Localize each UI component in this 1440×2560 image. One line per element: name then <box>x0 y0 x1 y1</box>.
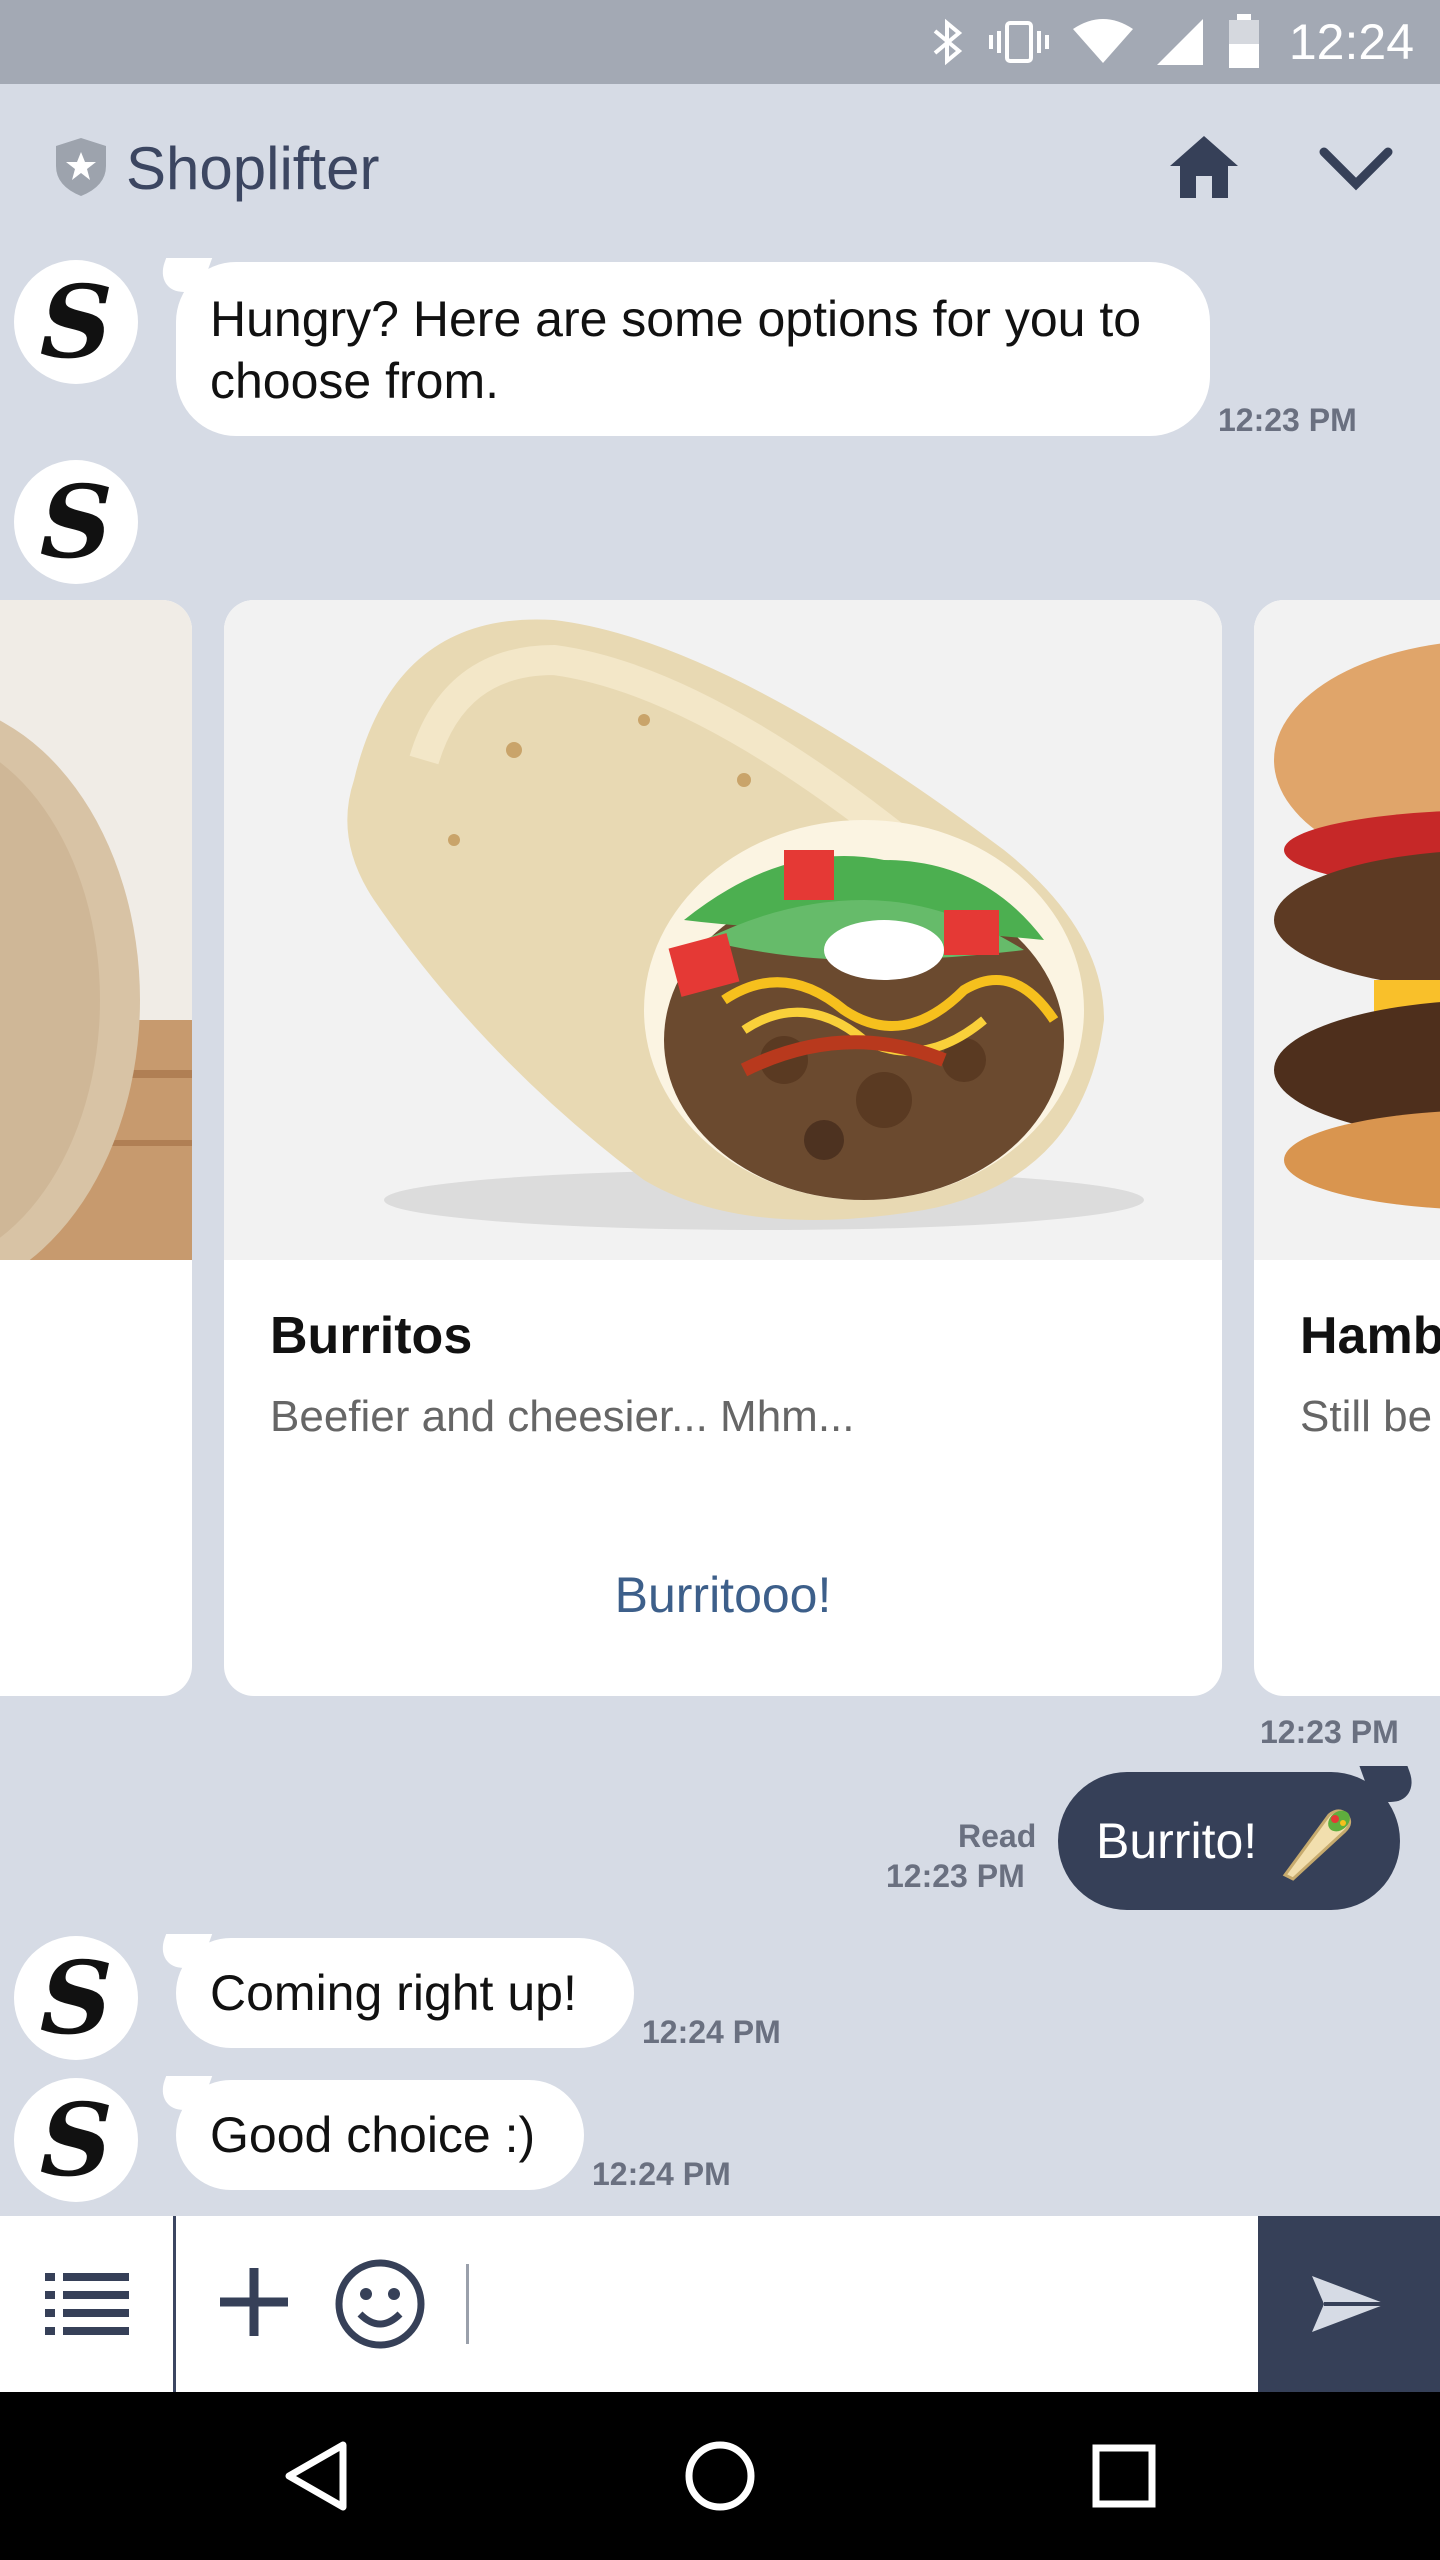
battery-icon <box>1228 14 1259 68</box>
bot-message-text: Hungry? Here are some options for you to… <box>210 291 1142 409</box>
status-time: 12:24 <box>1288 14 1414 70</box>
chat-screen: 12:24 Shoplifter S Hungry? Here are some… <box>0 0 1440 2560</box>
message-timestamp: 12:24 PM <box>642 2014 781 2050</box>
carousel-card-next[interactable]: Hamb Still be <box>1254 600 1440 1696</box>
user-message-bubble: Burrito! <box>1058 1772 1400 1910</box>
chat-title: Shoplifter <box>126 135 380 202</box>
message-composer <box>0 2216 1440 2392</box>
message-input[interactable] <box>480 2246 1240 2362</box>
system-navigation-bar <box>0 2392 1440 2560</box>
bot-message-bubble: Hungry? Here are some options for you to… <box>176 262 1210 436</box>
wifi-icon <box>1072 19 1133 63</box>
bot-avatar[interactable]: S <box>14 2078 138 2202</box>
status-bar: 12:24 <box>0 0 1440 84</box>
card-title: Burritos <box>270 1307 473 1365</box>
bot-message-text: Coming right up! <box>210 1965 577 2021</box>
bot-avatar[interactable]: S <box>14 260 138 384</box>
plus-icon[interactable] <box>206 2254 302 2350</box>
chevron-down-icon[interactable] <box>1316 134 1396 204</box>
user-message-text: Burrito! <box>1096 1813 1258 1869</box>
bot-message-text: Good choice :) <box>210 2107 536 2163</box>
carousel-card-previous[interactable] <box>0 600 192 1696</box>
bot-message-bubble: Coming right up! <box>176 1938 634 2048</box>
carousel-timestamp: 12:23 PM <box>1260 1714 1399 1750</box>
home-nav-button[interactable] <box>670 2426 770 2526</box>
home-circle-icon <box>685 2441 755 2511</box>
menu-button[interactable] <box>0 2216 176 2392</box>
home-icon[interactable] <box>1166 128 1242 204</box>
burrito-image <box>224 600 1222 1260</box>
send-icon <box>1312 2276 1386 2332</box>
message-timestamp: 12:23 PM <box>1218 402 1357 438</box>
card-subtitle: Still be <box>1300 1392 1433 1441</box>
shield-star-icon <box>56 138 106 196</box>
list-menu-icon <box>44 2273 129 2335</box>
bluetooth-icon <box>933 18 962 66</box>
chat-header: Shoplifter <box>0 84 1440 254</box>
bot-avatar[interactable]: S <box>14 1936 138 2060</box>
bot-message-bubble: Good choice :) <box>176 2080 584 2190</box>
tortilla-image <box>0 600 192 1260</box>
back-button[interactable] <box>266 2426 366 2526</box>
carousel-card[interactable]: Burritos Beefier and cheesier... Mhm... … <box>224 600 1222 1696</box>
burrito-emoji-icon <box>1282 1809 1352 1881</box>
read-receipt: Read <box>958 1818 1037 1854</box>
signal-icon <box>1156 19 1203 65</box>
text-cursor <box>466 2264 469 2344</box>
message-timestamp: 12:23 PM <box>886 1858 1025 1894</box>
recents-square-icon <box>1092 2444 1156 2508</box>
recents-button[interactable] <box>1074 2426 1174 2526</box>
hamburger-image <box>1254 600 1440 1260</box>
card-title: Hamb <box>1300 1307 1440 1365</box>
card-subtitle: Beefier and cheesier... Mhm... <box>270 1392 855 1441</box>
bot-avatar[interactable]: S <box>14 460 138 584</box>
card-action-button[interactable]: Burritooo! <box>224 1566 1222 1624</box>
back-triangle-icon <box>285 2441 347 2511</box>
vibrate-icon <box>988 21 1049 63</box>
send-button[interactable] <box>1258 2216 1440 2392</box>
message-timestamp: 12:24 PM <box>592 2156 731 2192</box>
emoji-icon[interactable] <box>330 2254 430 2354</box>
